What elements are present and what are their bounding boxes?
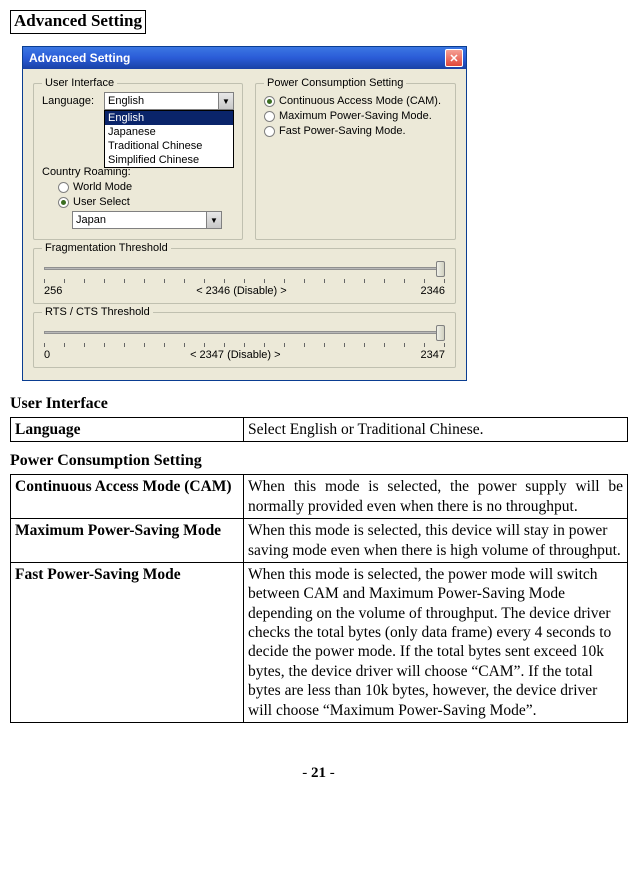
rts-center: < 2347 (Disable) > [190,349,281,361]
fragmentation-labels: 256 < 2346 (Disable) > 2346 [44,285,445,297]
slider-thumb[interactable] [436,261,445,277]
rts-legend: RTS / CTS Threshold [42,306,153,318]
power-consumption-table: Continuous Access Mode (CAM) When this m… [10,474,628,723]
chevron-down-icon: ▼ [218,93,233,109]
language-dropdown-list: English Japanese Traditional Chinese Sim… [104,110,234,168]
footer-suffix: - [326,765,335,781]
fragmentation-panel: Fragmentation Threshold 256 < 2346 (Disa… [33,248,456,304]
close-button[interactable]: ✕ [445,49,463,67]
table-row: Continuous Access Mode (CAM) When this m… [11,475,628,519]
rts-slider[interactable] [44,323,445,347]
language-option-japanese[interactable]: Japanese [105,125,233,139]
ui-key-language: Language [11,418,244,442]
language-option-simplified-chinese[interactable]: Simplified Chinese [105,153,233,167]
language-label: Language: [42,95,98,107]
advanced-setting-dialog: Advanced Setting ✕ User Interface Langua… [22,46,467,381]
power-option-max-label: Maximum Power-Saving Mode. [279,110,432,122]
language-option-english[interactable]: English [105,111,233,125]
power-key-max: Maximum Power-Saving Mode [11,519,244,563]
power-legend: Power Consumption Setting [264,77,406,89]
radio-icon [58,197,69,208]
roaming-user-label: User Select [73,196,130,208]
language-option-traditional-chinese[interactable]: Traditional Chinese [105,139,233,153]
frag-min: 256 [44,285,62,297]
frag-center: < 2346 (Disable) > [196,285,287,297]
page-title: Advanced Setting [14,11,142,30]
country-dropdown[interactable]: Japan ▼ [72,211,222,229]
chevron-down-icon: ▼ [206,212,221,228]
power-consumption-panel: Power Consumption Setting Continuous Acc… [255,83,456,240]
rts-labels: 0 < 2347 (Disable) > 2347 [44,349,445,361]
slider-thumb[interactable] [436,325,445,341]
dialog-title: Advanced Setting [29,51,130,65]
language-dropdown[interactable]: English ▼ [104,92,234,110]
close-icon: ✕ [449,52,458,65]
footer-page: 21 [311,765,326,781]
country-value: Japan [76,214,106,226]
slider-track [44,331,445,334]
user-interface-legend: User Interface [42,77,117,89]
user-interface-panel: User Interface Language: English ▼ Engli… [33,83,243,240]
rts-max: 2347 [421,349,445,361]
dialog-body: User Interface Language: English ▼ Engli… [23,69,466,380]
rts-cts-panel: RTS / CTS Threshold 0 < 2347 (Disable) >… [33,312,456,368]
user-interface-heading: User Interface [10,395,627,413]
power-option-fast[interactable]: Fast Power-Saving Mode. [264,125,447,137]
radio-icon [58,182,69,193]
slider-track [44,267,445,270]
language-value: English [108,95,144,107]
frag-max: 2346 [421,285,445,297]
user-interface-table: Language Select English or Traditional C… [10,417,628,442]
language-dropdown-wrap: English ▼ English Japanese Traditional C… [104,92,234,110]
table-row: Language Select English or Traditional C… [11,418,628,442]
power-key-cam: Continuous Access Mode (CAM) [11,475,244,519]
fragmentation-legend: Fragmentation Threshold [42,242,171,254]
power-key-fast: Fast Power-Saving Mode [11,562,244,722]
dialog-titlebar[interactable]: Advanced Setting ✕ [23,47,466,69]
power-option-max[interactable]: Maximum Power-Saving Mode. [264,110,447,122]
ui-val-language: Select English or Traditional Chinese. [244,418,628,442]
power-option-cam-label: Continuous Access Mode (CAM). [279,95,441,107]
power-option-cam[interactable]: Continuous Access Mode (CAM). [264,95,447,107]
footer-prefix: - [302,765,311,781]
roaming-world-label: World Mode [73,181,132,193]
power-val-max: When this mode is selected, this device … [244,519,628,563]
roaming-user-option[interactable]: User Select [58,196,234,208]
power-option-fast-label: Fast Power-Saving Mode. [279,125,406,137]
radio-icon [264,126,275,137]
power-val-cam: When this mode is selected, the power su… [244,475,628,519]
fragmentation-slider[interactable] [44,259,445,283]
page-title-box: Advanced Setting [10,10,146,34]
radio-icon [264,96,275,107]
rts-min: 0 [44,349,50,361]
table-row: Fast Power-Saving Mode When this mode is… [11,562,628,722]
roaming-world-option[interactable]: World Mode [58,181,234,193]
power-val-fast: When this mode is selected, the power mo… [244,562,628,722]
radio-icon [264,111,275,122]
table-row: Maximum Power-Saving Mode When this mode… [11,519,628,563]
page-footer: - 21 - [10,765,627,782]
power-consumption-heading: Power Consumption Setting [10,452,627,470]
